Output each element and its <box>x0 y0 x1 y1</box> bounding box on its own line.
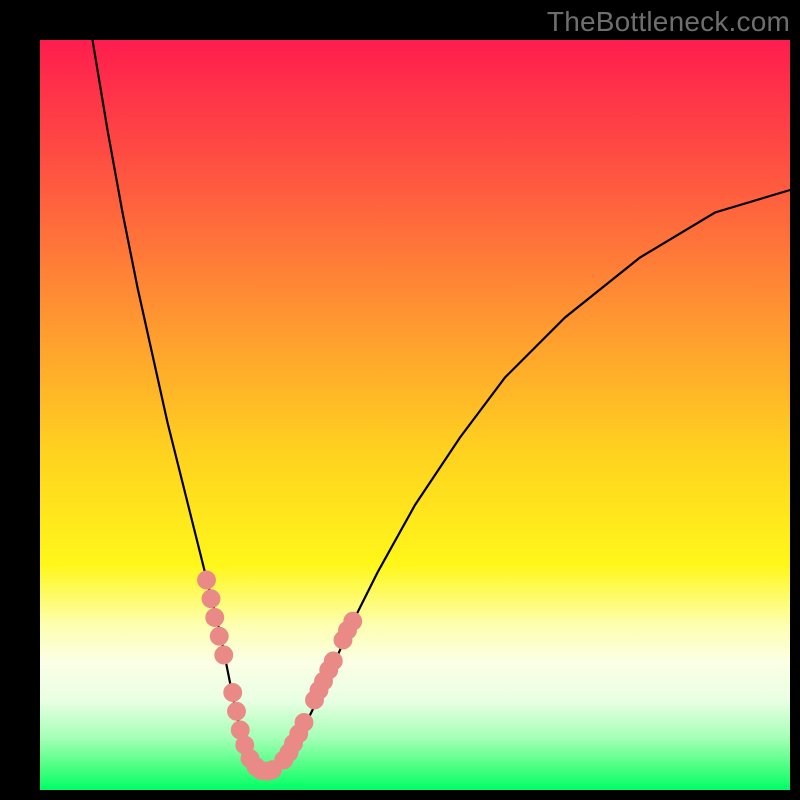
marker-dot <box>210 627 229 646</box>
marker-dot <box>295 713 314 732</box>
plot-area <box>40 40 790 790</box>
marker-dot <box>324 652 343 671</box>
highlight-markers <box>197 571 362 781</box>
marker-dot <box>223 683 242 702</box>
marker-dot <box>227 702 246 721</box>
marker-dot <box>214 646 233 665</box>
chart-frame: TheBottleneck.com <box>0 0 800 800</box>
marker-dot <box>202 589 221 608</box>
watermark-text: TheBottleneck.com <box>547 6 790 38</box>
bottleneck-curve <box>93 40 791 771</box>
marker-dot <box>205 608 224 627</box>
marker-dot <box>197 571 216 590</box>
marker-dot <box>343 612 362 631</box>
curve-layer <box>40 40 790 790</box>
